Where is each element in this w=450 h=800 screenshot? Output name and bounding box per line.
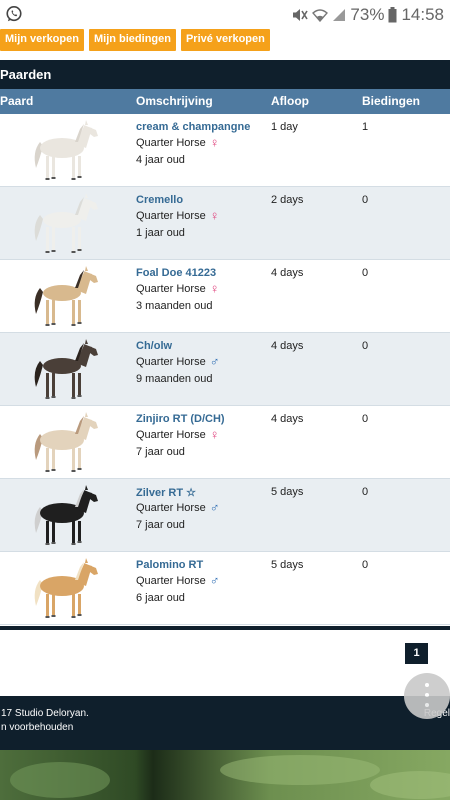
- horse-image[interactable]: [28, 191, 106, 255]
- horse-name-link[interactable]: cream & champangne: [136, 121, 250, 133]
- horse-age: 9 maanden oud: [136, 373, 213, 385]
- bid-count: 0: [362, 194, 369, 206]
- horse-image[interactable]: [28, 264, 106, 328]
- gender-icon: ♂: [209, 573, 220, 588]
- breed-text: Quarter Horse: [136, 429, 206, 441]
- horse-table: cream & champangne Quarter Horse ♀ 4 jaar…: [0, 114, 450, 625]
- horse-image[interactable]: [28, 556, 106, 620]
- battery-percentage: 73%: [350, 5, 385, 24]
- breed-text: Quarter Horse: [136, 356, 206, 368]
- section-title: Paarden: [0, 67, 52, 82]
- table-row[interactable]: Zinjiro RT (D/CH) Quarter Horse ♀ 7 jaar …: [0, 406, 450, 479]
- horse-name-link[interactable]: Zinjiro RT (D/CH): [136, 413, 225, 425]
- horse-name-link[interactable]: Palomino RT: [136, 559, 203, 571]
- expiry: 4 days: [271, 340, 304, 352]
- table-row[interactable]: cream & champangne Quarter Horse ♀ 4 jaar…: [0, 114, 450, 187]
- horse-breed: Quarter Horse ♀: [136, 208, 220, 223]
- section-header: Paarden: [0, 60, 450, 89]
- gender-icon: ♀: [209, 281, 220, 296]
- breed-text: Quarter Horse: [136, 283, 206, 295]
- table-row[interactable]: Zilver RT ☆ Quarter Horse ♂ 7 jaar oud 5 …: [0, 479, 450, 552]
- horse-breed: Quarter Horse ♀: [136, 281, 220, 296]
- horse-breed: Quarter Horse ♂: [136, 573, 220, 588]
- signal-icon: [333, 9, 346, 21]
- bid-count: 0: [362, 559, 369, 571]
- horse-age: 4 jaar oud: [136, 154, 185, 166]
- column-header-paard[interactable]: Paard: [0, 89, 33, 114]
- table-header: Paard Omschrijving Afloop Biedingen: [0, 89, 450, 114]
- horse-name-link[interactable]: Ch/olw: [136, 340, 172, 352]
- background-photo: [0, 750, 450, 800]
- gender-icon: ♂: [209, 500, 220, 515]
- table-row[interactable]: Foal Doe 41223 Quarter Horse ♀ 3 maanden …: [0, 260, 450, 333]
- expiry: 5 days: [271, 486, 304, 498]
- battery-icon: [388, 7, 397, 23]
- bid-count: 0: [362, 267, 369, 279]
- gender-icon: ♀: [209, 208, 220, 223]
- horse-name-link[interactable]: Cremello: [136, 194, 183, 206]
- column-header-omschrijving[interactable]: Omschrijving: [136, 89, 213, 114]
- dot-icon: [425, 683, 429, 687]
- breed-text: Quarter Horse: [136, 502, 206, 514]
- breed-text: Quarter Horse: [136, 575, 206, 587]
- dot-icon: [425, 693, 429, 697]
- table-bottom-border: [0, 626, 450, 630]
- column-header-afloop[interactable]: Afloop: [271, 89, 309, 114]
- tab-mijn-biedingen[interactable]: Mijn biedingen: [88, 29, 176, 51]
- table-row[interactable]: Cremello Quarter Horse ♀ 1 jaar oud 2 day…: [0, 187, 450, 260]
- pagination-page-button[interactable]: 1: [405, 643, 428, 664]
- horse-breed: Quarter Horse ♂: [136, 500, 220, 515]
- footer-copyright: 17 Studio Deloryan.: [1, 708, 89, 719]
- footer: 17 Studio Deloryan. n voorbehouden Regel: [0, 696, 450, 750]
- mute-icon: [293, 9, 309, 21]
- bid-count: 1: [362, 121, 369, 133]
- table-row[interactable]: Ch/olw Quarter Horse ♂ 9 maanden oud 4 da…: [0, 333, 450, 406]
- expiry: 5 days: [271, 559, 304, 571]
- tab-mijn-verkopen[interactable]: Mijn verkopen: [0, 29, 84, 51]
- more-options-button[interactable]: [404, 673, 450, 719]
- status-bar: 73% 14:58: [0, 0, 450, 30]
- expiry: 4 days: [271, 267, 304, 279]
- breed-text: Quarter Horse: [136, 137, 206, 149]
- gender-icon: ♂: [209, 354, 220, 369]
- gender-icon: ♀: [209, 427, 220, 442]
- horse-image[interactable]: [28, 483, 106, 547]
- horse-image[interactable]: [28, 410, 106, 474]
- bid-count: 0: [362, 340, 369, 352]
- horse-age: 1 jaar oud: [136, 227, 185, 239]
- horse-breed: Quarter Horse ♀: [136, 135, 220, 150]
- horse-breed: Quarter Horse ♂: [136, 354, 220, 369]
- footer-rights: n voorbehouden: [1, 722, 74, 733]
- horse-name-link[interactable]: Zilver RT ☆: [136, 486, 196, 499]
- auction-tabs: Mijn verkopen Mijn biedingen Privé verko…: [0, 29, 270, 51]
- dot-icon: [425, 703, 429, 707]
- wifi-icon: [312, 9, 329, 22]
- horse-age: 7 jaar oud: [136, 446, 185, 458]
- gender-icon: ♀: [209, 135, 220, 150]
- table-row[interactable]: Palomino RT Quarter Horse ♂ 6 jaar oud 5 …: [0, 552, 450, 625]
- horse-breed: Quarter Horse ♀: [136, 427, 220, 442]
- whatsapp-icon: [6, 5, 22, 22]
- bid-count: 0: [362, 413, 369, 425]
- horse-image[interactable]: [28, 337, 106, 401]
- horse-image[interactable]: [28, 118, 106, 182]
- clock: 14:58: [401, 5, 444, 24]
- horse-age: 7 jaar oud: [136, 519, 185, 531]
- breed-text: Quarter Horse: [136, 210, 206, 222]
- horse-age: 6 jaar oud: [136, 592, 185, 604]
- expiry: 1 day: [271, 121, 298, 133]
- tab-prive-verkopen[interactable]: Privé verkopen: [180, 29, 270, 51]
- expiry: 2 days: [271, 194, 304, 206]
- horse-name-link[interactable]: Foal Doe 41223: [136, 267, 216, 279]
- expiry: 4 days: [271, 413, 304, 425]
- horse-age: 3 maanden oud: [136, 300, 213, 312]
- column-header-biedingen[interactable]: Biedingen: [362, 89, 420, 114]
- bid-count: 0: [362, 486, 369, 498]
